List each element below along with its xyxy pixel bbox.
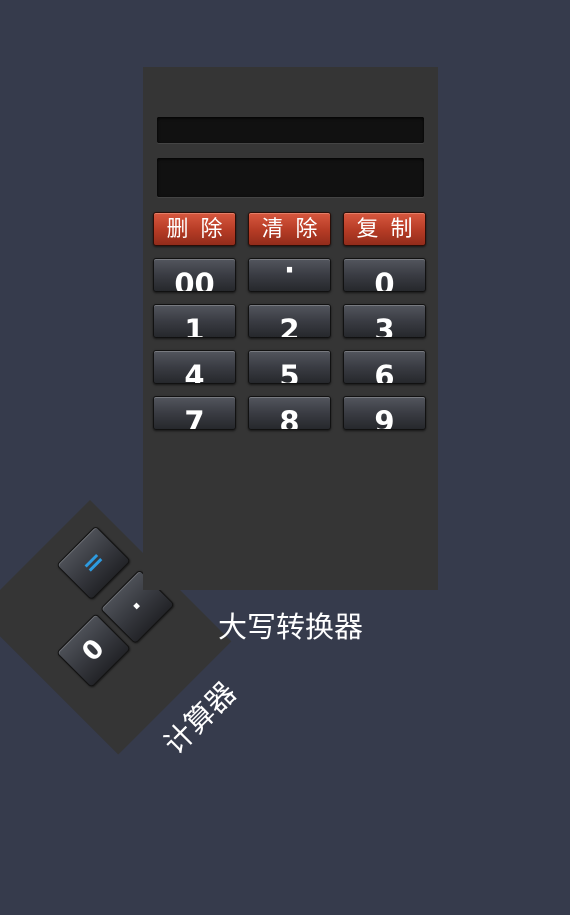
- delete-button[interactable]: 删除: [153, 212, 236, 246]
- key-5[interactable]: 5: [248, 350, 331, 384]
- key-4[interactable]: 4: [153, 350, 236, 384]
- key-2[interactable]: 2: [248, 304, 331, 338]
- key-6[interactable]: 6: [343, 350, 426, 384]
- key-8[interactable]: 8: [248, 396, 331, 430]
- key-decimal-point[interactable]: ·: [248, 258, 331, 292]
- key-9[interactable]: 9: [343, 396, 426, 430]
- amount-display: [157, 117, 424, 143]
- clear-button[interactable]: 清除: [248, 212, 331, 246]
- key-3[interactable]: 3: [343, 304, 426, 338]
- uppercase-result-display: [157, 158, 424, 197]
- key-0[interactable]: 0: [343, 258, 426, 292]
- key-1[interactable]: 1: [153, 304, 236, 338]
- converter-widget[interactable]: 删除 清除 复制 00 · 0 1 2 3 4 5 6 7 8 9: [143, 67, 438, 590]
- copy-button[interactable]: 复制: [343, 212, 426, 246]
- key-7[interactable]: 7: [153, 396, 236, 430]
- key-double-zero[interactable]: 00: [153, 258, 236, 292]
- widget-title: 大写转换器: [217, 610, 363, 644]
